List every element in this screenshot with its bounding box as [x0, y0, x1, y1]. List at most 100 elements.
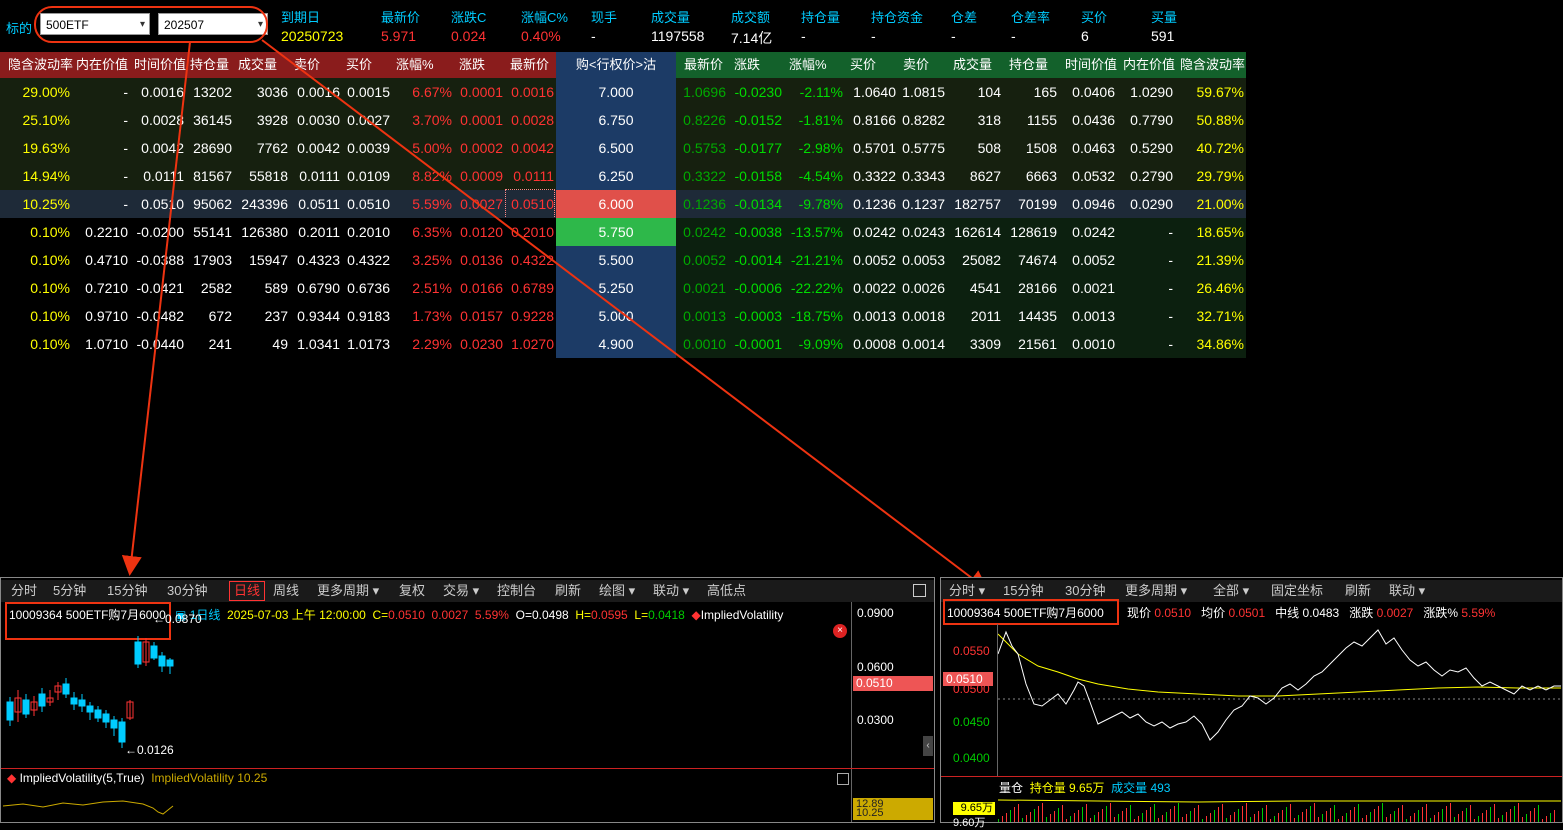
table-row[interactable]: 0.10% 0.7210 -0.0421 2582 589 0.6790 0.6736 2.5…	[0, 274, 1246, 302]
strike-cell[interactable]: 5.500	[556, 246, 676, 274]
call-cell[interactable]: 29.00%	[4, 78, 70, 106]
put-cell[interactable]: -0.0230	[728, 78, 782, 106]
put-cell[interactable]: -	[1117, 218, 1173, 246]
kline-toolbar-item[interactable]: 绘图 ▾	[599, 580, 635, 602]
put-cell[interactable]: 0.0052	[678, 246, 726, 274]
put-cell[interactable]: 25082	[947, 246, 1001, 274]
call-cell[interactable]: 49	[234, 330, 288, 358]
call-cell[interactable]: 15947	[234, 246, 288, 274]
put-cell[interactable]: 1.0696	[678, 78, 726, 106]
put-cell[interactable]: 0.0008	[844, 330, 896, 358]
put-cell[interactable]: 0.0026	[897, 274, 945, 302]
call-cell[interactable]: 10.25%	[4, 190, 70, 218]
call-col-header[interactable]: 时间价值	[134, 52, 188, 78]
put-cell[interactable]: 182757	[947, 190, 1001, 218]
kline-toolbar-item[interactable]: 交易 ▾	[443, 580, 479, 602]
call-cell[interactable]: 0.0120	[455, 218, 503, 246]
kline-toolbar-item[interactable]: 控制台	[497, 580, 536, 602]
put-cell[interactable]: 21.00%	[1174, 190, 1244, 218]
intraday-toolbar-item[interactable]: 更多周期 ▾	[1125, 580, 1187, 602]
put-cell[interactable]: 3309	[947, 330, 1001, 358]
put-cell[interactable]: 1155	[1003, 106, 1057, 134]
call-cell[interactable]: 55141	[186, 218, 232, 246]
call-cell[interactable]: 1.0173	[342, 330, 390, 358]
call-col-header[interactable]: 涨幅%	[396, 52, 456, 78]
call-cell[interactable]: -0.0421	[130, 274, 184, 302]
put-cell[interactable]: 1508	[1003, 134, 1057, 162]
kline-toolbar-item[interactable]: 5分钟	[53, 580, 86, 602]
call-cell[interactable]: 0.4322	[342, 246, 390, 274]
put-cell[interactable]: 0.1236	[678, 190, 726, 218]
call-cell[interactable]: 55818	[234, 162, 288, 190]
call-cell[interactable]: 3.25%	[392, 246, 452, 274]
call-cell[interactable]: 5.00%	[392, 134, 452, 162]
call-cell[interactable]: -0.0388	[130, 246, 184, 274]
put-cell[interactable]: 0.8166	[844, 106, 896, 134]
call-cell[interactable]: -	[72, 106, 128, 134]
call-cell[interactable]: 25.10%	[4, 106, 70, 134]
call-cell[interactable]: 0.0510	[342, 190, 390, 218]
kline-toolbar-item[interactable]: 刷新	[555, 580, 581, 602]
put-cell[interactable]: 0.5775	[897, 134, 945, 162]
put-cell[interactable]: 0.0053	[897, 246, 945, 274]
call-cell[interactable]: -0.0200	[130, 218, 184, 246]
put-cell[interactable]: -0.0038	[728, 218, 782, 246]
call-cell[interactable]: 0.0157	[455, 302, 503, 330]
strike-col-header[interactable]: 购<行权价>沽	[556, 52, 676, 78]
call-cell[interactable]: 0.7210	[72, 274, 128, 302]
call-cell[interactable]: 0.6736	[342, 274, 390, 302]
table-row[interactable]: 25.10% -0.0028 36145 3928 0.0030 0.0027 3.70% 0…	[0, 106, 1246, 134]
call-cell[interactable]: 6.67%	[392, 78, 452, 106]
put-cell[interactable]: -	[1117, 274, 1173, 302]
put-cell[interactable]: -0.0014	[728, 246, 782, 274]
call-cell[interactable]: 13202	[186, 78, 232, 106]
call-cell[interactable]: 0.0042	[506, 134, 554, 162]
put-col-header[interactable]: 买价	[850, 52, 902, 78]
put-cell[interactable]: -2.11%	[783, 78, 843, 106]
kline-toolbar-item[interactable]: 30分钟	[167, 580, 207, 602]
put-cell[interactable]: 32.71%	[1174, 302, 1244, 330]
call-cell[interactable]: 0.0510	[130, 190, 184, 218]
call-cell[interactable]: 0.0039	[342, 134, 390, 162]
intraday-toolbar-item[interactable]: 联动 ▾	[1389, 580, 1425, 602]
put-col-header[interactable]: 涨幅%	[789, 52, 849, 78]
call-cell[interactable]: 0.0016	[506, 78, 554, 106]
call-col-header[interactable]: 卖价	[294, 52, 344, 78]
call-cell[interactable]: 95062	[186, 190, 232, 218]
kline-toolbar-item[interactable]: 更多周期 ▾	[317, 580, 379, 602]
call-cell[interactable]: 0.0511	[290, 190, 340, 218]
kline-toolbar-item[interactable]: 联动 ▾	[653, 580, 689, 602]
put-cell[interactable]: 0.0021	[678, 274, 726, 302]
call-cell[interactable]: 3928	[234, 106, 288, 134]
call-cell[interactable]: -0.0482	[130, 302, 184, 330]
call-cell[interactable]: 6.35%	[392, 218, 452, 246]
put-cell[interactable]: 21.39%	[1174, 246, 1244, 274]
call-cell[interactable]: 0.10%	[4, 302, 70, 330]
put-cell[interactable]: 0.1237	[897, 190, 945, 218]
put-cell[interactable]: 0.0052	[844, 246, 896, 274]
put-cell[interactable]: 0.0242	[678, 218, 726, 246]
kline-toolbar-item[interactable]: 15分钟	[107, 580, 147, 602]
put-cell[interactable]: -1.81%	[783, 106, 843, 134]
call-cell[interactable]: 8.82%	[392, 162, 452, 190]
put-cell[interactable]: 128619	[1003, 218, 1057, 246]
maximize-icon[interactable]	[837, 773, 849, 785]
put-cell[interactable]: 0.0014	[897, 330, 945, 358]
call-cell[interactable]: 0.0001	[455, 78, 503, 106]
call-cell[interactable]: 0.2210	[72, 218, 128, 246]
call-col-header[interactable]: 买价	[346, 52, 394, 78]
call-cell[interactable]: 2.51%	[392, 274, 452, 302]
call-cell[interactable]: 7762	[234, 134, 288, 162]
put-col-header[interactable]: 最新价	[684, 52, 732, 78]
call-cell[interactable]: 0.4710	[72, 246, 128, 274]
call-cell[interactable]: 241	[186, 330, 232, 358]
put-cell[interactable]: -	[1117, 302, 1173, 330]
put-cell[interactable]: 0.5290	[1117, 134, 1173, 162]
put-cell[interactable]: -22.22%	[783, 274, 843, 302]
put-cell[interactable]: 0.0532	[1059, 162, 1115, 190]
call-cell[interactable]: 0.10%	[4, 246, 70, 274]
table-row[interactable]: 10.25% -0.0510 95062 243396 0.0511 0.0510 5.59…	[0, 189, 1246, 219]
put-cell[interactable]: 0.5753	[678, 134, 726, 162]
call-col-header[interactable]: 涨跌	[459, 52, 507, 78]
table-row[interactable]: 0.10% 0.4710 -0.0388 17903 15947 0.4323 0.4322…	[0, 246, 1246, 274]
